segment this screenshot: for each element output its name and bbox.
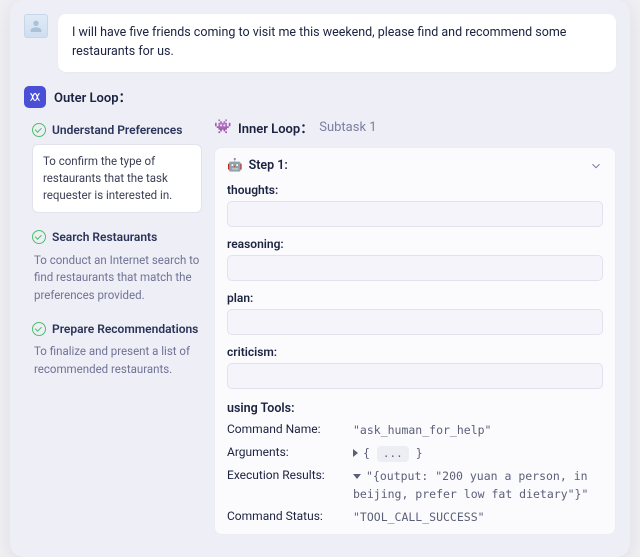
- sidebar-item-desc: To conduct an Internet search to find re…: [32, 252, 202, 305]
- sidebar-item-title: Search Restaurants: [52, 229, 157, 245]
- sidebar-item-title: Understand Preferences: [52, 122, 182, 138]
- using-tools-label: using Tools:: [227, 401, 603, 416]
- execution-results-value[interactable]: "{output: "200 yuan a person, in beijing…: [353, 468, 603, 503]
- outer-loop-header: Outer Loop：: [24, 86, 616, 108]
- args-ellipsis[interactable]: ...: [377, 446, 409, 463]
- check-icon: [32, 230, 46, 244]
- arguments-value[interactable]: { ... }: [353, 445, 603, 463]
- plan-input[interactable]: [227, 309, 603, 335]
- sidebar: Understand Preferences To confirm the ty…: [24, 118, 202, 536]
- tools-table: Command Name: "ask_human_for_help" Argum…: [227, 422, 603, 527]
- expand-right-icon[interactable]: [353, 449, 358, 457]
- sidebar-item-title: Prepare Recommendations: [52, 321, 198, 337]
- sidebar-item-desc: To confirm the type of restaurants that …: [32, 144, 202, 214]
- chevron-down-icon[interactable]: [589, 158, 603, 172]
- user-prompt-row: I will have five friends coming to visit…: [24, 14, 616, 72]
- command-name-value: "ask_human_for_help": [353, 422, 603, 439]
- criticism-input[interactable]: [227, 363, 603, 389]
- inner-loop-icon: 👾: [214, 118, 232, 136]
- user-prompt: I will have five friends coming to visit…: [58, 14, 616, 72]
- execution-results-key: Execution Results:: [227, 468, 353, 503]
- command-status-value: "TOOL_CALL_SUCCESS": [353, 509, 603, 526]
- inner-loop-subtask: Subtask 1: [319, 120, 376, 135]
- outer-loop-label: Outer Loop：: [54, 87, 132, 106]
- sidebar-item-search[interactable]: Search Restaurants To conduct an Interne…: [32, 229, 202, 305]
- thoughts-label: thoughts:: [227, 183, 603, 197]
- arguments-key: Arguments:: [227, 445, 353, 463]
- thoughts-input[interactable]: [227, 201, 603, 227]
- sidebar-item-prepare[interactable]: Prepare Recommendations To finalize and …: [32, 321, 202, 379]
- inner-loop-header: 👾 Inner Loop： Subtask 1: [214, 118, 616, 137]
- step-label: Step 1:: [249, 158, 288, 173]
- reasoning-label: reasoning:: [227, 237, 603, 251]
- check-icon: [32, 322, 46, 336]
- app-container: I will have five friends coming to visit…: [10, 0, 630, 557]
- user-avatar: [24, 14, 48, 38]
- command-name-key: Command Name:: [227, 422, 353, 439]
- inner-loop-label: Inner Loop：: [238, 118, 313, 137]
- step-card: 🤖 Step 1: thoughts: reasoning: plan: cri…: [214, 147, 616, 536]
- expand-down-icon[interactable]: [353, 474, 361, 479]
- sidebar-item-understand[interactable]: Understand Preferences To confirm the ty…: [32, 122, 202, 214]
- step-card-header[interactable]: 🤖 Step 1:: [227, 158, 603, 173]
- command-status-key: Command Status:: [227, 509, 353, 526]
- reasoning-input[interactable]: [227, 255, 603, 281]
- body: Understand Preferences To confirm the ty…: [24, 118, 616, 536]
- main-panel: 👾 Inner Loop： Subtask 1 🤖 Step 1: though…: [214, 118, 616, 536]
- outer-loop-icon: [24, 86, 46, 108]
- plan-label: plan:: [227, 291, 603, 305]
- robot-icon: 🤖: [227, 158, 243, 173]
- check-icon: [32, 123, 46, 137]
- sidebar-item-desc: To finalize and present a list of recomm…: [32, 343, 202, 379]
- criticism-label: criticism:: [227, 345, 603, 359]
